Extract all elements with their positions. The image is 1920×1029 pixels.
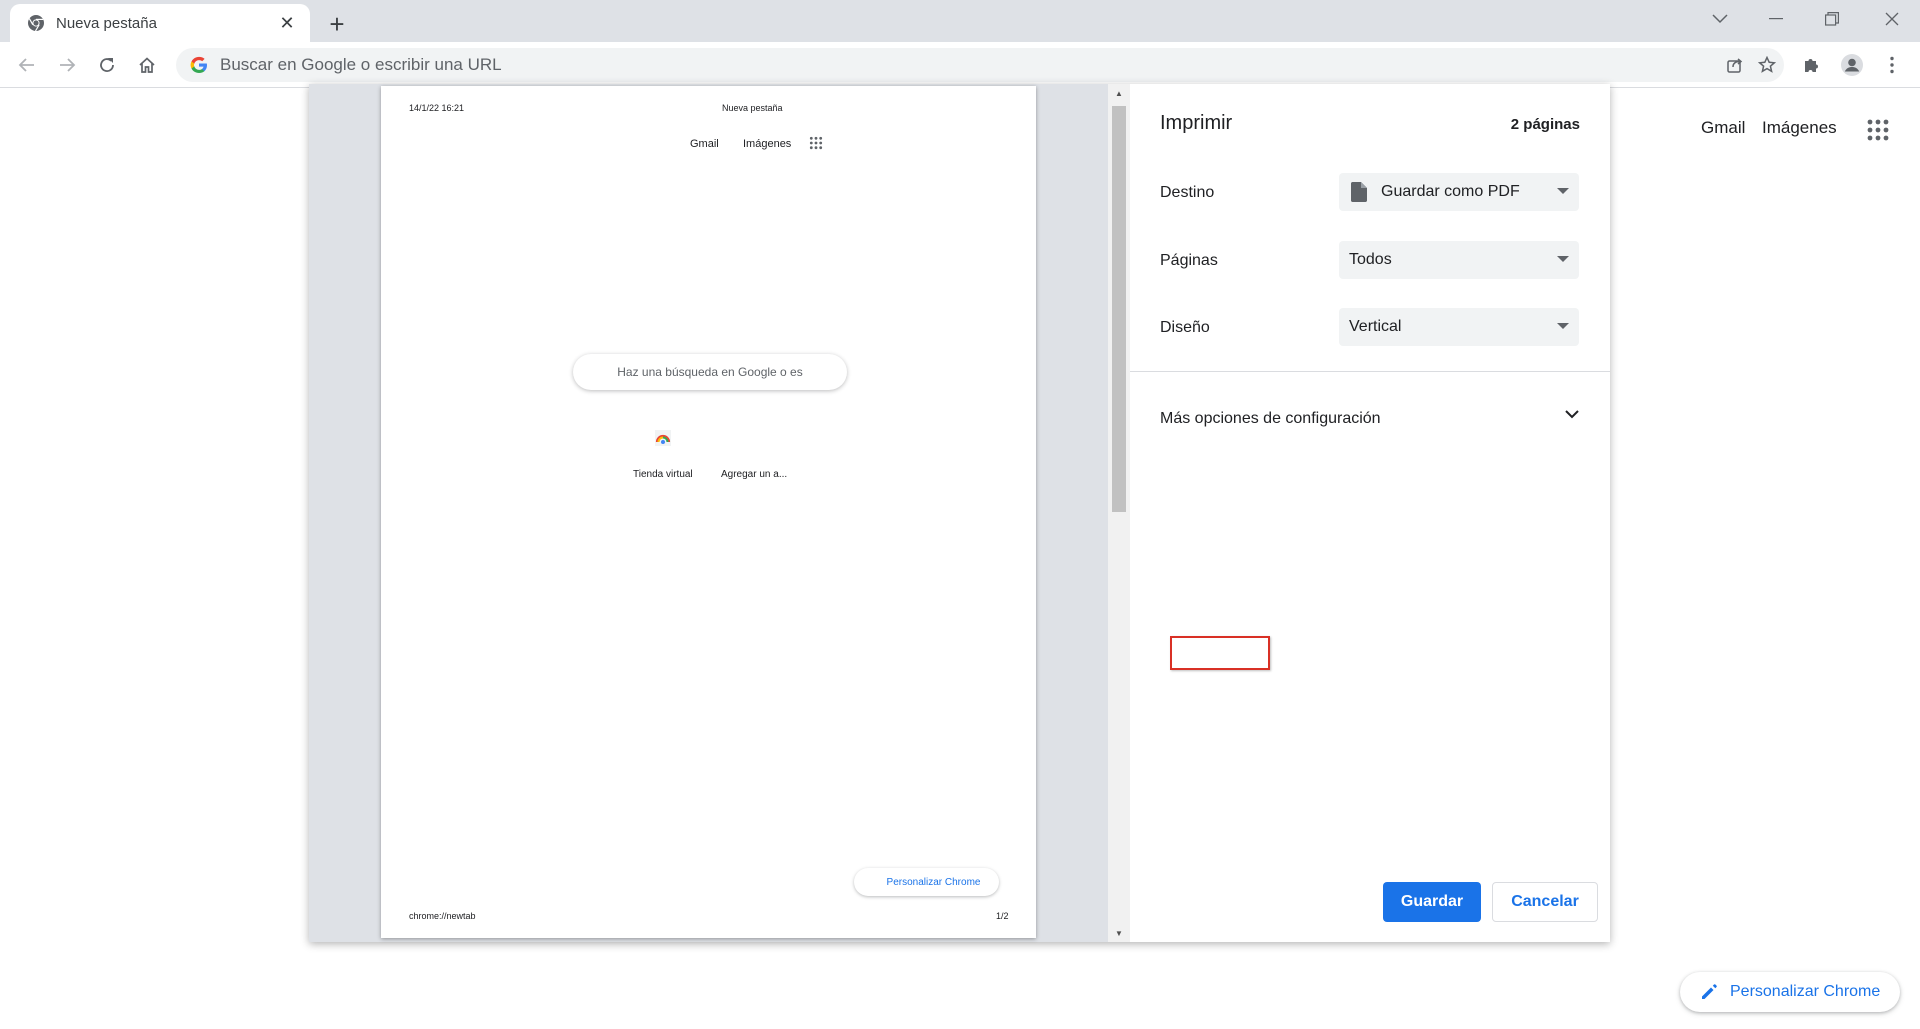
cancel-button[interactable]: Cancelar: [1492, 882, 1598, 922]
back-icon[interactable]: [11, 49, 43, 81]
caret-down-icon: [1557, 256, 1569, 262]
minimize-icon[interactable]: [1748, 0, 1804, 38]
layout-label: Diseño: [1160, 319, 1210, 336]
preview-footer-url: chrome://newtab: [409, 911, 476, 921]
print-settings-panel: Imprimir 2 páginas Destino Guardar como …: [1130, 84, 1610, 942]
customize-chrome-button[interactable]: Personalizar Chrome: [1680, 972, 1900, 1012]
chevron-down-icon: [1565, 410, 1579, 419]
more-options-label: Más opciones de configuración: [1160, 410, 1381, 427]
tab-search-icon[interactable]: [1692, 0, 1748, 38]
scroll-thumb[interactable]: [1112, 106, 1126, 512]
preview-customize-button: Personalizar Chrome: [854, 868, 999, 896]
new-tab-button[interactable]: +: [322, 9, 352, 39]
pencil-icon: [1702, 984, 1717, 999]
close-icon[interactable]: ✕: [276, 12, 298, 34]
omnibox-placeholder: Buscar en Google o escribir una URL: [220, 55, 502, 74]
menu-kebab-icon[interactable]: [1876, 49, 1908, 81]
tab-strip: Nueva pestaña ✕ +: [0, 0, 1920, 42]
preview-images-text: Imágenes: [743, 138, 792, 150]
tab-nueva-pestana[interactable]: Nueva pestaña ✕: [10, 4, 310, 42]
google-g-icon: [190, 56, 208, 74]
pages-label: Páginas: [1160, 252, 1218, 269]
print-title: Imprimir: [1160, 112, 1233, 134]
save-button[interactable]: Guardar: [1383, 882, 1481, 922]
preview-shortcut-store: Tienda virtual: [633, 469, 693, 480]
home-icon[interactable]: [131, 49, 163, 81]
preview-page: 14/1/22 16:21 Nueva pestaña Gmail Imágen…: [381, 86, 1036, 938]
destination-label: Destino: [1160, 184, 1215, 201]
page-count: 2 páginas: [1510, 116, 1580, 133]
images-link[interactable]: Imágenes: [1762, 118, 1837, 138]
web-store-icon: [655, 430, 671, 446]
preview-search-box: Haz una búsqueda en Google o es: [573, 354, 847, 390]
preview-scrollbar[interactable]: ▲ ▼: [1108, 84, 1130, 942]
window-close-icon[interactable]: [1864, 0, 1920, 38]
more-options-toggle[interactable]: Más opciones de configuración: [1160, 407, 1580, 431]
browser-toolbar: Buscar en Google o escribir una URL: [0, 42, 1920, 88]
layout-value: Vertical: [1349, 318, 1402, 335]
pages-select[interactable]: Todos: [1339, 241, 1579, 279]
preview-search-placeholder: Haz una búsqueda en Google o es: [617, 365, 803, 379]
tab-title: Nueva pestaña: [56, 14, 157, 32]
destination-value: Guardar como PDF: [1381, 183, 1520, 200]
preview-footer-page-number: 1/2: [996, 911, 1009, 921]
preview-apps-grid-icon: [809, 136, 823, 150]
restore-icon[interactable]: [1804, 0, 1860, 38]
preview-gmail-text: Gmail: [690, 138, 719, 150]
highlight-box: [1170, 636, 1270, 670]
print-preview-area: 14/1/22 16:21 Nueva pestaña Gmail Imágen…: [309, 84, 1130, 942]
gmail-link[interactable]: Gmail: [1701, 118, 1745, 138]
forward-icon[interactable]: [51, 49, 83, 81]
caret-down-icon: [1557, 323, 1569, 329]
caret-down-icon: [1557, 188, 1569, 194]
omnibox[interactable]: Buscar en Google o escribir una URL: [176, 48, 1784, 82]
extensions-puzzle-icon[interactable]: [1795, 49, 1827, 81]
document-icon: [1351, 182, 1367, 202]
settings-divider: [1130, 371, 1610, 372]
bookmark-star-icon[interactable]: [1754, 52, 1780, 78]
share-icon[interactable]: [1722, 52, 1748, 78]
destination-select[interactable]: Guardar como PDF: [1339, 173, 1579, 211]
profile-avatar-icon[interactable]: [1836, 49, 1868, 81]
preview-header-date: 14/1/22 16:21: [409, 103, 465, 113]
scroll-down-arrow-icon[interactable]: ▼: [1108, 924, 1130, 942]
pages-value: Todos: [1349, 251, 1392, 268]
layout-select[interactable]: Vertical: [1339, 308, 1579, 346]
print-dialog: 14/1/22 16:21 Nueva pestaña Gmail Imágen…: [309, 84, 1610, 942]
reload-icon[interactable]: [91, 49, 123, 81]
preview-shortcut-add: Agregar un a...: [721, 469, 788, 480]
apps-grid-icon[interactable]: [1866, 118, 1890, 142]
preview-customize-label: Personalizar Chrome: [886, 876, 981, 888]
customize-chrome-label: Personalizar Chrome: [1730, 983, 1881, 1000]
chrome-icon: [26, 13, 46, 33]
preview-header-title: Nueva pestaña: [722, 103, 783, 113]
scroll-up-arrow-icon[interactable]: ▲: [1108, 84, 1130, 102]
